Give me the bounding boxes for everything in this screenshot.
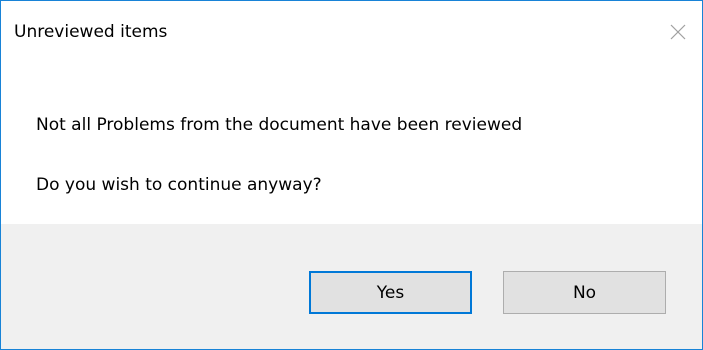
dialog-title-bar[interactable]: Unreviewed items xyxy=(1,1,702,63)
close-button[interactable] xyxy=(654,1,702,63)
message-dialog: Unreviewed items Not all Problems from t… xyxy=(0,0,703,350)
message-text: Not all Problems from the document have … xyxy=(36,115,523,135)
dialog-content: Not all Problems from the document have … xyxy=(1,63,702,224)
dialog-title: Unreviewed items xyxy=(14,22,168,42)
no-button[interactable]: No xyxy=(503,271,666,314)
yes-button[interactable]: Yes xyxy=(309,271,472,314)
dialog-button-area: Yes No xyxy=(1,224,702,349)
question-text: Do you wish to continue anyway? xyxy=(36,175,322,195)
close-icon xyxy=(670,24,686,40)
